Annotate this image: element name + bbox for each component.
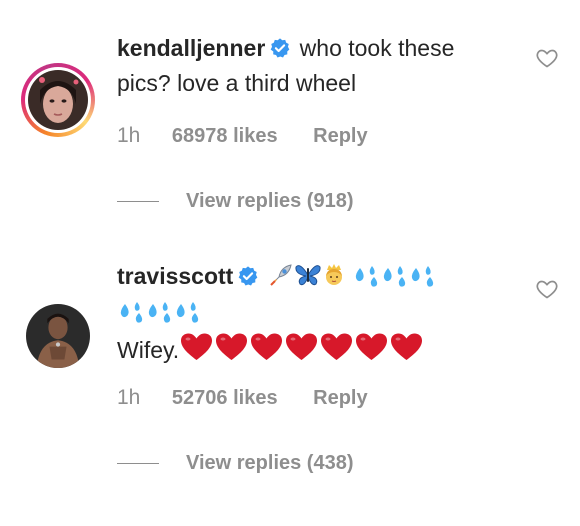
view-replies-button[interactable]: View replies (918) bbox=[117, 190, 354, 213]
sweat-droplets-emoji bbox=[117, 300, 145, 332]
red-heart-emoji bbox=[354, 332, 389, 370]
heart-emojis bbox=[179, 333, 424, 363]
comment-meta: 1h 68978 likes Reply bbox=[117, 124, 368, 148]
princess-emoji bbox=[322, 262, 346, 296]
like-heart-icon[interactable] bbox=[535, 277, 559, 301]
red-heart-emoji bbox=[319, 332, 354, 370]
sweat-droplets-emoji bbox=[173, 300, 201, 332]
view-replies-label: View replies (918) bbox=[186, 190, 354, 212]
red-heart-emoji bbox=[214, 332, 249, 370]
username[interactable]: kendalljenner bbox=[117, 35, 265, 61]
comment-line-2: pics? love a third wheel bbox=[117, 70, 357, 96]
timestamp: 1h bbox=[117, 124, 141, 147]
comment-meta: 1h 52706 likes Reply bbox=[117, 386, 368, 410]
comment-travisscott: travisscott Wifey. 1h 52706 likes Reply … bbox=[0, 260, 580, 526]
reply-button[interactable]: Reply bbox=[313, 125, 367, 147]
view-replies-label: View replies (438) bbox=[186, 452, 354, 474]
comment-text: travisscott Wifey. bbox=[117, 260, 497, 370]
red-heart-emoji bbox=[249, 332, 284, 370]
comment-text: kendalljenner who took these pics? love … bbox=[117, 32, 497, 99]
red-heart-emoji bbox=[179, 332, 214, 370]
likes-count[interactable]: 68978 likes bbox=[172, 125, 278, 147]
divider-line bbox=[117, 201, 159, 202]
divider-line bbox=[117, 463, 159, 464]
comment-line-text: Wifey. bbox=[117, 337, 180, 363]
red-heart-emoji bbox=[389, 332, 424, 370]
likes-count[interactable]: 52706 likes bbox=[172, 387, 278, 409]
sweat-droplets-emoji bbox=[408, 264, 436, 296]
verified-badge-icon bbox=[269, 35, 291, 67]
comment-kendalljenner: kendalljenner who took these pics? love … bbox=[0, 0, 580, 260]
sweat-droplets-emoji bbox=[352, 264, 380, 296]
view-replies-button[interactable]: View replies (438) bbox=[117, 452, 354, 475]
comment-line-1: who took these bbox=[299, 35, 455, 61]
butterfly-emoji bbox=[294, 262, 322, 296]
avatar-photo bbox=[26, 304, 90, 368]
avatar-kendalljenner[interactable] bbox=[21, 63, 95, 137]
username[interactable]: travisscott bbox=[117, 263, 233, 289]
timestamp: 1h bbox=[117, 386, 141, 409]
avatar-travisscott[interactable] bbox=[26, 304, 90, 368]
sweat-droplets-emoji bbox=[145, 300, 173, 332]
avatar-photo bbox=[28, 70, 88, 130]
verified-badge-icon bbox=[237, 263, 259, 295]
sweat-droplets-emoji bbox=[380, 264, 408, 296]
rocket-emoji bbox=[268, 262, 294, 296]
like-heart-icon[interactable] bbox=[535, 46, 559, 70]
reply-button[interactable]: Reply bbox=[313, 387, 367, 409]
red-heart-emoji bbox=[284, 332, 319, 370]
